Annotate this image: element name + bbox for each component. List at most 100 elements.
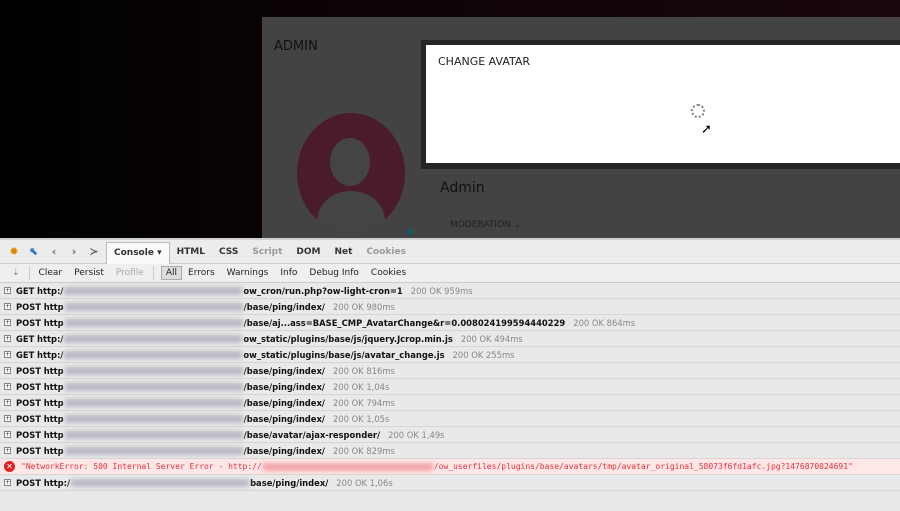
persist-button[interactable]: Persist bbox=[68, 268, 110, 278]
tab-dom[interactable]: DOM bbox=[289, 240, 327, 263]
url-prefix: http bbox=[43, 365, 64, 376]
tab-css[interactable]: CSS bbox=[212, 240, 245, 263]
url-path: /base/aj...ass=BASE_CMP_AvatarChange&r=0… bbox=[243, 317, 566, 328]
redacted-host bbox=[64, 318, 243, 327]
redacted-host bbox=[71, 478, 250, 487]
expand-icon[interactable]: + bbox=[4, 351, 11, 358]
request-method: POST bbox=[16, 413, 42, 424]
status: 200 OK 959ms bbox=[410, 285, 473, 296]
console-row[interactable]: + POST http/base/ping/index/200 OK 1,05s bbox=[0, 411, 900, 427]
tab-cookies[interactable]: Cookies bbox=[359, 240, 413, 263]
console-toolbar: ⇣ Clear Persist Profile All Errors Warni… bbox=[0, 264, 900, 283]
expand-icon[interactable]: + bbox=[4, 399, 11, 406]
filter-warnings[interactable]: Warnings bbox=[221, 268, 275, 278]
firebug-icon[interactable]: ✹ bbox=[6, 245, 22, 258]
url-prefix: http bbox=[43, 429, 64, 440]
expand-icon[interactable]: + bbox=[4, 287, 11, 294]
clear-console-icon[interactable]: ⇣ bbox=[6, 268, 26, 278]
filter-debug-info[interactable]: Debug Info bbox=[303, 268, 365, 278]
console-row[interactable]: + POST http/base/aj...ass=BASE_CMP_Avatar… bbox=[0, 315, 900, 331]
url-prefix: http bbox=[43, 381, 64, 392]
console-row[interactable]: + POST http/base/ping/index/200 OK 794ms bbox=[0, 395, 900, 411]
url-prefix: http:/ bbox=[36, 333, 64, 344]
profile-button[interactable]: Profile bbox=[110, 268, 150, 278]
tab-console[interactable]: Console ▾ bbox=[106, 241, 170, 264]
status: 200 OK 864ms bbox=[573, 317, 636, 328]
status: 200 OK 494ms bbox=[460, 333, 523, 344]
status: 200 OK 1,06s bbox=[336, 477, 393, 488]
expand-icon[interactable]: + bbox=[4, 319, 11, 326]
error-icon: ✕ bbox=[4, 461, 15, 472]
url-prefix: http bbox=[43, 445, 64, 456]
redacted-host bbox=[64, 414, 243, 423]
url-path: ow_cron/run.php?ow-light-cron=1 bbox=[243, 285, 403, 296]
loading-spinner-icon bbox=[691, 104, 705, 118]
status: 200 OK 980ms bbox=[332, 301, 395, 312]
status: 200 OK 1,05s bbox=[332, 413, 390, 424]
url-path: /base/ping/index/ bbox=[243, 365, 325, 376]
url-path: /base/ping/index/ bbox=[243, 381, 325, 392]
status: 200 OK 1,49s bbox=[388, 429, 445, 440]
devtools-tab-bar: ✹ ⬉ ‹ › ≻ Console ▾ HTML CSS Script DOM … bbox=[0, 240, 900, 264]
tab-net[interactable]: Net bbox=[327, 240, 359, 263]
redacted-host bbox=[64, 430, 243, 439]
filter-errors[interactable]: Errors bbox=[182, 268, 221, 278]
avatar[interactable] bbox=[297, 113, 405, 233]
redacted-host bbox=[64, 302, 243, 311]
expand-icon[interactable]: + bbox=[4, 367, 11, 374]
console-row[interactable]: + GET http:/ ow_static/plugins/base/js/ava… bbox=[0, 347, 900, 363]
url-prefix: http:/ bbox=[36, 349, 64, 360]
expand-icon[interactable]: + bbox=[4, 383, 11, 390]
status: 200 OK 1,04s bbox=[332, 381, 390, 392]
moderation-dropdown[interactable]: MODERATION ⌄ bbox=[450, 220, 521, 230]
tab-script[interactable]: Script bbox=[245, 240, 289, 263]
mouse-cursor-icon: ➚ bbox=[701, 122, 712, 137]
profile-name: Admin bbox=[440, 180, 485, 196]
expand-icon[interactable]: + bbox=[4, 415, 11, 422]
expand-icon[interactable]: + bbox=[4, 335, 11, 342]
request-method: POST bbox=[16, 429, 42, 440]
console-row[interactable]: + GET http:/ ow_cron/run.php?ow-light-cron… bbox=[0, 283, 900, 299]
inspect-icon[interactable]: ⬉ bbox=[26, 245, 42, 258]
modal-title: CHANGE AVATAR bbox=[438, 55, 531, 68]
expand-icon[interactable]: + bbox=[4, 447, 11, 454]
filter-info[interactable]: Info bbox=[274, 268, 303, 278]
redacted-host bbox=[262, 462, 433, 471]
expand-icon[interactable]: + bbox=[4, 431, 11, 438]
clear-button[interactable]: Clear bbox=[33, 268, 69, 278]
url-prefix: http bbox=[43, 317, 64, 328]
url-prefix: http bbox=[43, 397, 64, 408]
url-path: /base/ping/index/ bbox=[243, 413, 325, 424]
url-path: /base/ping/index/ bbox=[243, 445, 325, 456]
expand-icon[interactable]: + bbox=[4, 303, 11, 310]
request-method: POST bbox=[16, 477, 42, 488]
console-row[interactable]: + POST http/base/ping/index/200 OK 980ms bbox=[0, 299, 900, 315]
command-line-icon[interactable]: ≻ bbox=[86, 245, 102, 258]
console-row[interactable]: + POST http/base/ping/index/200 OK 829ms bbox=[0, 443, 900, 459]
forward-icon[interactable]: › bbox=[66, 245, 82, 258]
console-error-row[interactable]: ✕ "NetworkError: 500 Internal Server Erro… bbox=[0, 459, 900, 475]
online-status-dot bbox=[407, 229, 413, 235]
moderation-label: MODERATION bbox=[450, 220, 511, 230]
redacted-host bbox=[64, 366, 243, 375]
url-path: ow_static/plugins/base/js/avatar_change.… bbox=[243, 349, 445, 360]
url-path: base/ping/index/ bbox=[250, 477, 329, 488]
request-method: POST bbox=[16, 365, 42, 376]
status: 200 OK 816ms bbox=[332, 365, 395, 376]
url-path: /base/ping/index/ bbox=[243, 301, 325, 312]
back-icon[interactable]: ‹ bbox=[46, 245, 62, 258]
status: 200 OK 829ms bbox=[332, 445, 395, 456]
tab-html[interactable]: HTML bbox=[170, 240, 212, 263]
console-row[interactable]: + POST http/base/avatar/ajax-responder/20… bbox=[0, 427, 900, 443]
filter-cookies[interactable]: Cookies bbox=[365, 268, 412, 278]
redacted-host bbox=[64, 382, 243, 391]
expand-icon[interactable]: + bbox=[4, 479, 11, 486]
console-row[interactable]: + POST http/base/ping/index/200 OK 816ms bbox=[0, 363, 900, 379]
chevron-down-icon: ⌄ bbox=[513, 220, 522, 230]
filter-all[interactable]: All bbox=[160, 266, 183, 280]
web-page: ADMIN Admin MODERATION ⌄ CHANGE AVATAR ➚ bbox=[0, 0, 900, 238]
url-prefix: http:/ bbox=[43, 477, 71, 488]
console-row[interactable]: + GET http:/ ow_static/plugins/base/js/jqu… bbox=[0, 331, 900, 347]
console-row[interactable]: + POST http/base/ping/index/200 OK 1,04s bbox=[0, 379, 900, 395]
console-row[interactable]: + POST http:/ base/ping/index/200 OK 1,06s bbox=[0, 475, 900, 491]
